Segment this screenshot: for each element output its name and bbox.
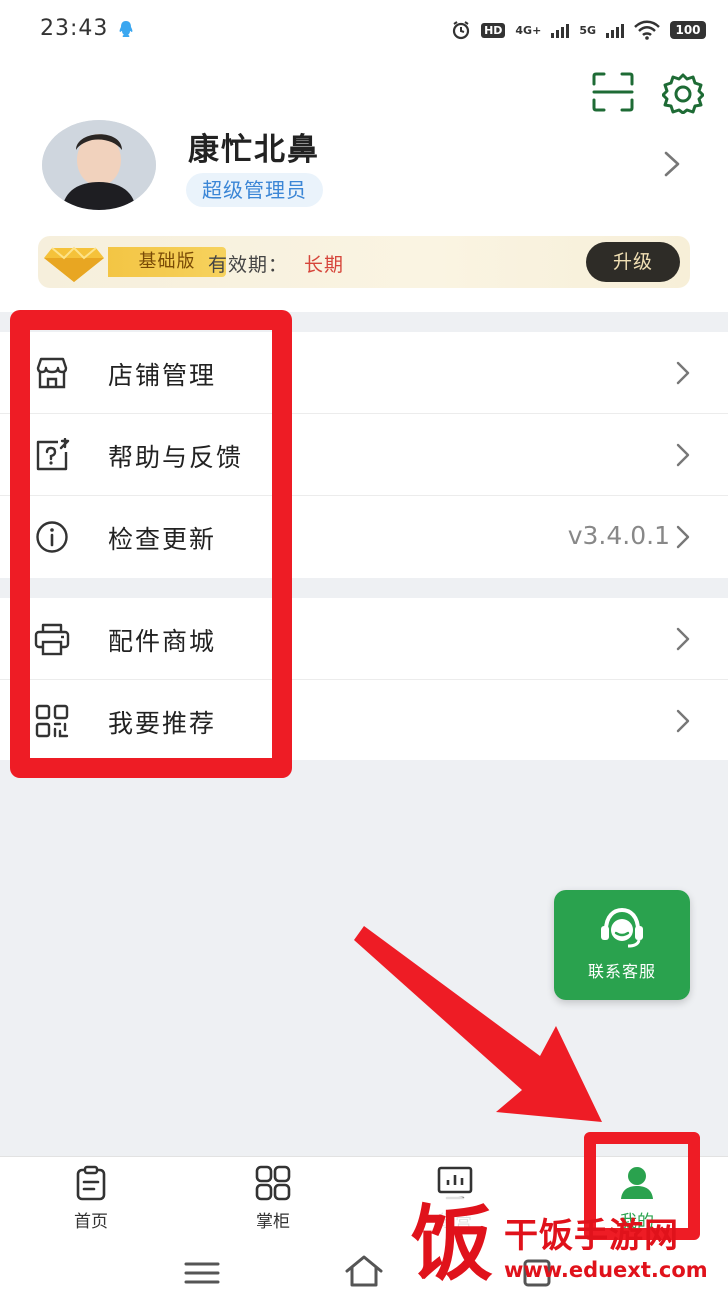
qr-code-icon [35, 704, 69, 738]
tab-business[interactable]: 经营 [364, 1157, 546, 1245]
status-icons: HD 4G+ 5G 100 [451, 16, 706, 44]
system-nav-bar [0, 1244, 728, 1302]
headset-icon [601, 907, 643, 948]
network-5g-label: 5G [579, 23, 596, 37]
menu-group-more: 配件商城 我要推荐 [0, 598, 728, 760]
signal-icon [551, 24, 570, 38]
menu-item-store-management[interactable]: 店铺管理 [0, 332, 728, 414]
menu-item-label: 配件商城 [108, 627, 217, 656]
back-icon[interactable] [522, 1258, 552, 1288]
menu-item-label: 帮助与反馈 [108, 443, 244, 472]
validity-label: 有效期： [208, 254, 289, 276]
alarm-icon [452, 21, 470, 40]
hd-badge: HD [481, 22, 506, 38]
avatar[interactable] [42, 120, 156, 210]
menu-icon[interactable] [184, 1260, 220, 1286]
qq-icon [119, 21, 133, 37]
role-badge: 超级管理员 [186, 173, 323, 207]
tab-home[interactable]: 首页 [0, 1157, 182, 1245]
customer-service-label: 联系客服 [587, 962, 656, 981]
tab-mine[interactable]: 我的 [546, 1157, 728, 1245]
info-icon [36, 521, 68, 553]
chart-icon [437, 1166, 473, 1200]
gear-icon[interactable] [662, 72, 704, 114]
chevron-right-icon [676, 627, 690, 651]
membership-bar[interactable]: 基础版 有效期： 长期 升级 [38, 236, 690, 288]
chevron-right-icon [676, 361, 690, 385]
clipboard-icon [76, 1165, 106, 1201]
tab-manager[interactable]: 掌柜 [182, 1157, 364, 1245]
signal-icon [606, 24, 624, 38]
battery-indicator: 100 [670, 21, 706, 39]
store-icon [36, 357, 68, 389]
scan-icon[interactable] [592, 72, 634, 112]
validity-value: 长期 [304, 254, 345, 276]
bottom-tab-bar: 首页 掌柜 经营 我的 [0, 1156, 728, 1244]
grid-icon [255, 1165, 291, 1201]
network-4g-label: 4G+ [515, 23, 542, 37]
chevron-right-icon [676, 709, 690, 733]
feedback-icon [36, 438, 70, 471]
menu-item-label: 我要推荐 [108, 709, 217, 738]
chevron-right-icon [676, 443, 690, 467]
menu-item-label: 检查更新 [108, 525, 217, 554]
home-icon[interactable] [344, 1254, 384, 1288]
menu-item-check-update[interactable]: 检查更新 v3.4.0.1 [0, 496, 728, 578]
menu-item-label: 店铺管理 [108, 361, 217, 390]
chevron-right-icon[interactable] [660, 150, 684, 178]
tab-label: 经营 [438, 1212, 472, 1232]
tab-label: 掌柜 [256, 1212, 290, 1232]
menu-item-recommend[interactable]: 我要推荐 [0, 680, 728, 762]
user-name: 康忙北鼻 [188, 132, 320, 168]
menu-item-help-feedback[interactable]: 帮助与反馈 [0, 414, 728, 496]
printer-icon [34, 623, 70, 656]
menu-item-accessory-mall[interactable]: 配件商城 [0, 598, 728, 680]
status-time: 23:43 [40, 16, 109, 41]
status-bar: 23:43 HD 4G+ 5G 100 [0, 0, 728, 60]
menu-group-account: 店铺管理 帮助与反馈 检查更新 v3.4.0.1 [0, 332, 728, 578]
version-label: v3.4.0.1 [567, 521, 670, 550]
user-icon [621, 1167, 653, 1199]
wifi-icon [634, 20, 660, 40]
tab-label: 我的 [620, 1212, 654, 1232]
customer-service-button[interactable]: 联系客服 [554, 890, 690, 1000]
upgrade-button[interactable]: 升级 [586, 242, 680, 282]
chevron-right-icon [676, 525, 690, 549]
tab-label: 首页 [74, 1212, 108, 1232]
diamond-icon [44, 246, 104, 282]
